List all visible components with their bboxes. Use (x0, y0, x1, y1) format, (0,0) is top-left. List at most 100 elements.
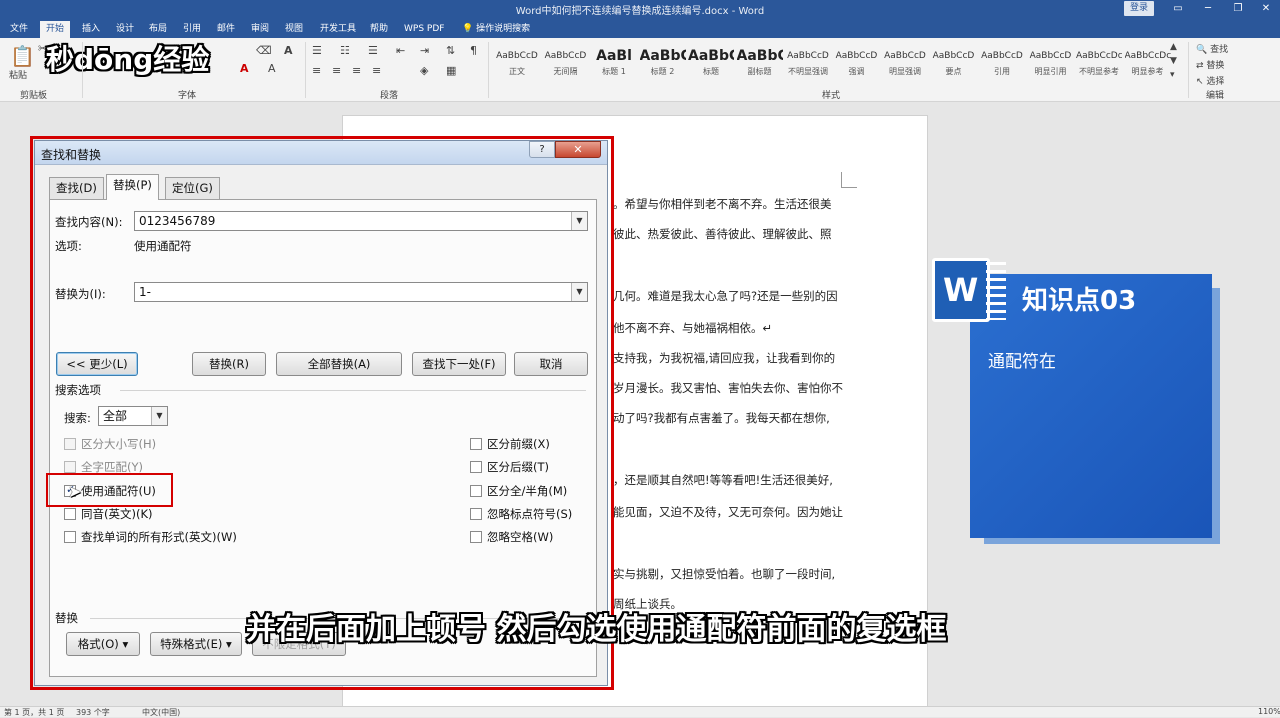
tab-view[interactable]: 视图 (279, 21, 309, 38)
paste-icon[interactable]: 📋 (10, 44, 35, 68)
tab-insert[interactable]: 插入 (76, 21, 106, 38)
multilevel-list-icon[interactable]: ☰ (368, 44, 378, 57)
char-border-icon[interactable]: A (284, 44, 293, 57)
tab-find[interactable]: 查找(D) (49, 177, 104, 199)
find-button[interactable]: 🔍 查找 (1196, 42, 1228, 55)
tab-layout[interactable]: 布局 (143, 21, 173, 38)
shading-icon[interactable]: ◈ (420, 64, 428, 77)
tab-replace[interactable]: 替换(P) (106, 174, 159, 200)
tab-mailings[interactable]: 邮件 (211, 21, 241, 38)
gallery-scroll-down-icon[interactable]: ▼ (1170, 56, 1177, 66)
option-checkbox[interactable]: 查找单词的所有形式(英文)(W) (64, 529, 237, 545)
search-direction-select[interactable]: 全部 ▼ (98, 406, 168, 426)
special-button[interactable]: 特殊格式(E) ▾ (150, 632, 242, 656)
page-count[interactable]: 第 1 页，共 1 页 (4, 707, 64, 718)
clear-format-icon[interactable]: ⌫ (256, 44, 272, 57)
style-item[interactable]: AaBbCcD 正文 (494, 46, 540, 84)
ribbon-display-icon[interactable]: ▭ (1170, 1, 1186, 16)
checkbox[interactable] (470, 508, 482, 520)
dialog-title-bar[interactable]: 查找和替换 (35, 141, 607, 165)
style-item[interactable]: AaBbC 标题 (688, 46, 734, 84)
style-item[interactable]: AaBbC 标题 2 (640, 46, 686, 84)
cancel-button[interactable]: 取消 (514, 352, 588, 376)
sort-icon[interactable]: ⇅ (446, 44, 455, 57)
tab-home[interactable]: 开始 (40, 21, 71, 38)
language[interactable]: 中文(中国) (142, 707, 180, 718)
align-right-icon[interactable]: ≡ (352, 64, 361, 77)
show-marks-icon[interactable]: ¶ (470, 44, 477, 57)
replace-button[interactable]: ⇄ 替换 (1196, 58, 1224, 71)
decrease-indent-icon[interactable]: ⇤ (396, 44, 405, 57)
tab-file[interactable]: 文件 (4, 21, 34, 38)
less-button[interactable]: << 更少(L) (56, 352, 138, 376)
replace-history-dropdown-icon[interactable]: ▼ (571, 283, 587, 301)
borders-icon[interactable]: ▦ (446, 64, 456, 77)
format-button[interactable]: 格式(O) ▾ (66, 632, 140, 656)
dialog-close-button[interactable]: ✕ (555, 141, 601, 158)
gallery-scroll-up-icon[interactable]: ▲ (1170, 42, 1177, 52)
checkbox[interactable] (470, 461, 482, 473)
zoom-level[interactable]: 110% (1258, 707, 1280, 716)
gallery-more-icon[interactable]: ▾ (1170, 70, 1175, 80)
checkbox[interactable] (470, 438, 482, 450)
style-item[interactable]: AaBbCcD 不明显强调 (785, 46, 831, 84)
style-item[interactable]: AaBbCcDc 不明显参考 (1076, 46, 1122, 84)
bullets-icon[interactable]: ☰ (312, 44, 322, 57)
font-color-icon[interactable]: A (240, 62, 249, 75)
minimize-icon[interactable]: ─ (1200, 1, 1216, 16)
align-left-icon[interactable]: ≡ (312, 64, 321, 77)
option-checkbox[interactable]: 区分全/半角(M) (470, 483, 567, 499)
option-checkbox[interactable]: 区分大小写(H) (64, 436, 156, 452)
checkbox[interactable] (470, 485, 482, 497)
checkbox[interactable] (64, 438, 76, 450)
style-item[interactable]: AaBbCcD 要点 (931, 46, 977, 84)
checkbox[interactable] (64, 531, 76, 543)
replace-icon: ⇄ (1196, 61, 1204, 71)
tab-goto[interactable]: 定位(G) (165, 177, 220, 199)
option-checkbox[interactable]: 全字匹配(Y) (64, 459, 143, 475)
tab-wps-pdf[interactable]: WPS PDF (398, 21, 450, 38)
checkbox[interactable] (64, 461, 76, 473)
style-item[interactable]: AaBbCcD 强调 (834, 46, 880, 84)
find-history-dropdown-icon[interactable]: ▼ (571, 212, 587, 230)
style-item[interactable]: AaBl 标题 1 (591, 46, 637, 84)
tab-design[interactable]: 设计 (110, 21, 140, 38)
help-button[interactable]: ? (529, 141, 555, 158)
style-item[interactable]: AaBbCcD 引用 (979, 46, 1025, 84)
option-checkbox[interactable]: 同音(英文)(K) (64, 506, 153, 522)
style-item[interactable]: AaBbCcD 无间隔 (543, 46, 589, 84)
checkbox-label: 忽略空格(W) (487, 530, 554, 544)
align-center-icon[interactable]: ≡ (332, 64, 341, 77)
style-item[interactable]: AaBbCcD 明显引用 (1028, 46, 1074, 84)
option-checkbox[interactable]: 忽略标点符号(S) (470, 506, 572, 522)
justify-icon[interactable]: ≡ (372, 64, 381, 77)
increase-indent-icon[interactable]: ⇥ (420, 44, 429, 57)
numbering-icon[interactable]: ☷ (340, 44, 350, 57)
tab-review[interactable]: 审阅 (245, 21, 275, 38)
restore-icon[interactable]: ❐ (1230, 1, 1246, 16)
tab-help[interactable]: 帮助 (364, 21, 394, 38)
tab-developer[interactable]: 开发工具 (314, 21, 362, 38)
replace-input[interactable]: 1- ▼ (134, 282, 588, 302)
style-item[interactable]: AaBbCcDc 明显参考 (1125, 46, 1171, 84)
option-checkbox[interactable]: 忽略空格(W) (470, 529, 553, 545)
find-next-button[interactable]: 查找下一处(F) (412, 352, 506, 376)
replace-all-button[interactable]: 全部替换(A) (276, 352, 402, 376)
select-button[interactable]: ↖ 选择 (1196, 74, 1224, 87)
style-item[interactable]: AaBbC 副标题 (737, 46, 783, 84)
checkbox[interactable] (470, 531, 482, 543)
close-window-icon[interactable]: ✕ (1258, 1, 1274, 16)
login-button[interactable]: 登录 (1124, 1, 1154, 16)
word-count[interactable]: 393 个字 (76, 707, 110, 718)
find-input[interactable]: 0123456789 ▼ (134, 211, 588, 231)
phonetic-icon[interactable]: A (268, 62, 276, 75)
replace-button[interactable]: 替换(R) (192, 352, 266, 376)
tab-references[interactable]: 引用 (177, 21, 207, 38)
option-checkbox[interactable]: 区分后缀(T) (470, 459, 549, 475)
style-item[interactable]: AaBbCcD 明显强调 (882, 46, 928, 84)
checkbox[interactable] (64, 508, 76, 520)
option-checkbox[interactable]: 区分前缀(X) (470, 436, 550, 452)
tell-me-search[interactable]: 💡 操作说明搜索 (456, 21, 536, 38)
dialog-title: 查找和替换 (41, 148, 102, 162)
replace-input-value: 1- (139, 285, 151, 299)
